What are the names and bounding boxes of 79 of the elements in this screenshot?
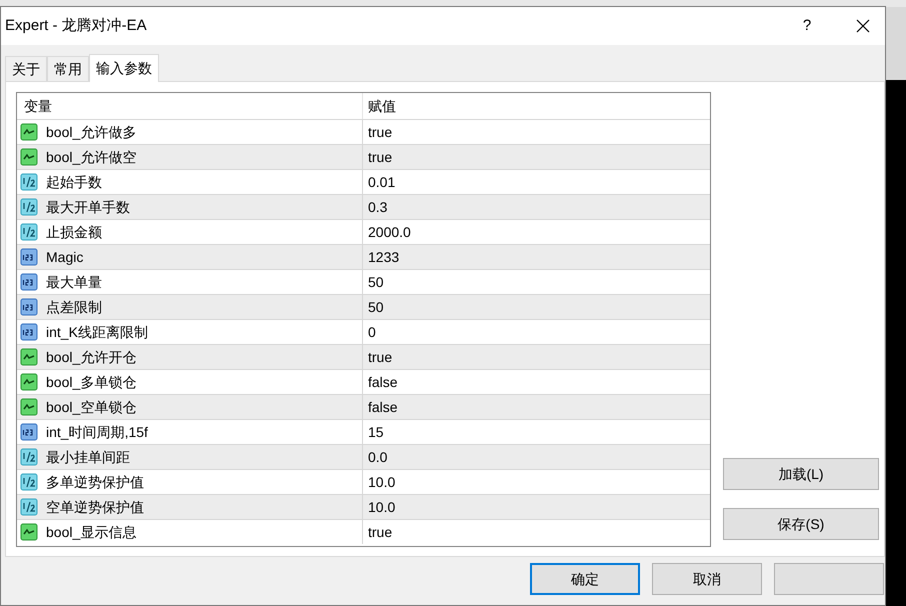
parameter-value[interactable]: 0.0 xyxy=(363,445,710,469)
boolean-type-icon xyxy=(20,398,38,416)
parameter-value[interactable]: true xyxy=(363,145,710,169)
integer-type-icon xyxy=(20,298,38,316)
parameter-name: 空单逆势保护值 xyxy=(46,498,144,516)
parameter-name: bool_允许做多 xyxy=(46,122,136,142)
fraction-type-icon xyxy=(20,173,38,191)
parameter-name: 多单逆势保护值 xyxy=(46,472,144,492)
table-row[interactable]: 起始手数 0.01 xyxy=(17,169,710,194)
table-row[interactable]: bool_允许开仓 true xyxy=(17,344,710,369)
fraction-type-icon xyxy=(20,448,38,466)
table-row[interactable]: 空单逆势保护值 10.0 xyxy=(17,494,710,519)
parameter-value[interactable]: true xyxy=(363,345,710,369)
integer-type-icon xyxy=(20,248,38,266)
dialog-button[interactable]: 确定 xyxy=(530,563,640,595)
fraction-type-icon xyxy=(20,223,38,241)
parameter-value[interactable]: 10.0 xyxy=(363,470,710,494)
boolean-type-icon xyxy=(20,348,38,366)
fraction-type-icon xyxy=(20,498,38,516)
parameter-name: bool_显示信息 xyxy=(46,522,136,542)
parameter-name: bool_允许开仓 xyxy=(46,348,136,367)
parameter-name: int_K线距离限制 xyxy=(46,322,148,342)
column-header[interactable]: 赋值 xyxy=(363,93,710,119)
dialog-button[interactable]: 加载(L) xyxy=(723,458,879,490)
fraction-type-icon xyxy=(20,473,38,491)
tab[interactable]: 输入参数 xyxy=(89,54,159,82)
table-row[interactable]: int_K线距离限制 0 xyxy=(17,319,710,344)
parameter-name: bool_多单锁仓 xyxy=(46,372,136,392)
help-button[interactable]: ? xyxy=(787,14,827,38)
parameter-value[interactable]: 50 xyxy=(363,295,710,319)
parameter-value[interactable]: 50 xyxy=(363,270,710,294)
integer-type-icon xyxy=(20,323,38,341)
parameter-value[interactable]: true xyxy=(363,520,710,544)
table-row[interactable]: Magic 1233 xyxy=(17,244,710,269)
parameter-name: bool_允许做空 xyxy=(46,148,136,167)
fraction-type-icon xyxy=(20,198,38,216)
table-row[interactable]: bool_多单锁仓 false xyxy=(17,369,710,394)
parameter-name: bool_空单锁仓 xyxy=(46,398,136,417)
parameter-name: 最小挂单间距 xyxy=(46,448,130,466)
tab[interactable]: 关于 xyxy=(5,56,47,81)
table-row[interactable]: 点差限制 50 xyxy=(17,294,710,319)
boolean-type-icon xyxy=(20,523,38,541)
table-row[interactable]: bool_允许做空 true xyxy=(17,144,710,169)
parameter-value[interactable]: false xyxy=(363,370,710,394)
table-row[interactable]: bool_空单锁仓 false xyxy=(17,394,710,419)
table-row[interactable]: int_时间周期,15f 15 xyxy=(17,419,710,444)
parameter-name: 最大单量 xyxy=(46,272,102,292)
parameter-name: 起始手数 xyxy=(46,172,102,192)
parameter-value[interactable]: 15 xyxy=(363,420,710,444)
parameter-name: int_时间周期,15f xyxy=(46,422,148,442)
table-row[interactable]: 止损金额 2000.0 xyxy=(17,219,710,244)
parameter-value[interactable]: 0.01 xyxy=(363,170,710,194)
integer-type-icon xyxy=(20,423,38,441)
parameter-value[interactable]: true xyxy=(363,120,710,144)
dialog-button[interactable]: 保存(S) xyxy=(723,508,879,540)
table-row[interactable]: 最大单量 50 xyxy=(17,269,710,294)
tab[interactable]: 常用 xyxy=(47,56,89,81)
parameter-name: 止损金额 xyxy=(46,222,102,242)
boolean-type-icon xyxy=(20,148,38,166)
parameter-value[interactable]: 0.3 xyxy=(363,195,710,219)
table-row[interactable]: bool_显示信息 true xyxy=(17,519,710,544)
parameter-name: 最大开单手数 xyxy=(46,198,130,216)
parameter-value[interactable]: false xyxy=(363,395,710,419)
table-row[interactable]: bool_允许做多 true xyxy=(17,119,710,144)
boolean-type-icon xyxy=(20,373,38,391)
window-title: Expert - 龙腾对冲-EA xyxy=(5,16,147,36)
table-row[interactable]: 最小挂单间距 0.0 xyxy=(17,444,710,469)
parameter-value[interactable]: 10.0 xyxy=(363,495,710,519)
parameter-value[interactable]: 0 xyxy=(363,320,710,344)
integer-type-icon xyxy=(20,273,38,291)
boolean-type-icon xyxy=(20,123,38,141)
parameter-value[interactable]: 1233 xyxy=(363,245,710,269)
parameter-name: Magic xyxy=(46,248,84,267)
dialog-button[interactable]: 取消 xyxy=(652,563,762,595)
table-row[interactable]: 最大开单手数 0.3 xyxy=(17,194,710,219)
parameter-name: 点差限制 xyxy=(46,298,102,316)
table-row[interactable]: 多单逆势保护值 10.0 xyxy=(17,469,710,494)
parameter-value[interactable]: 2000.0 xyxy=(363,220,710,244)
close-icon xyxy=(856,19,870,33)
